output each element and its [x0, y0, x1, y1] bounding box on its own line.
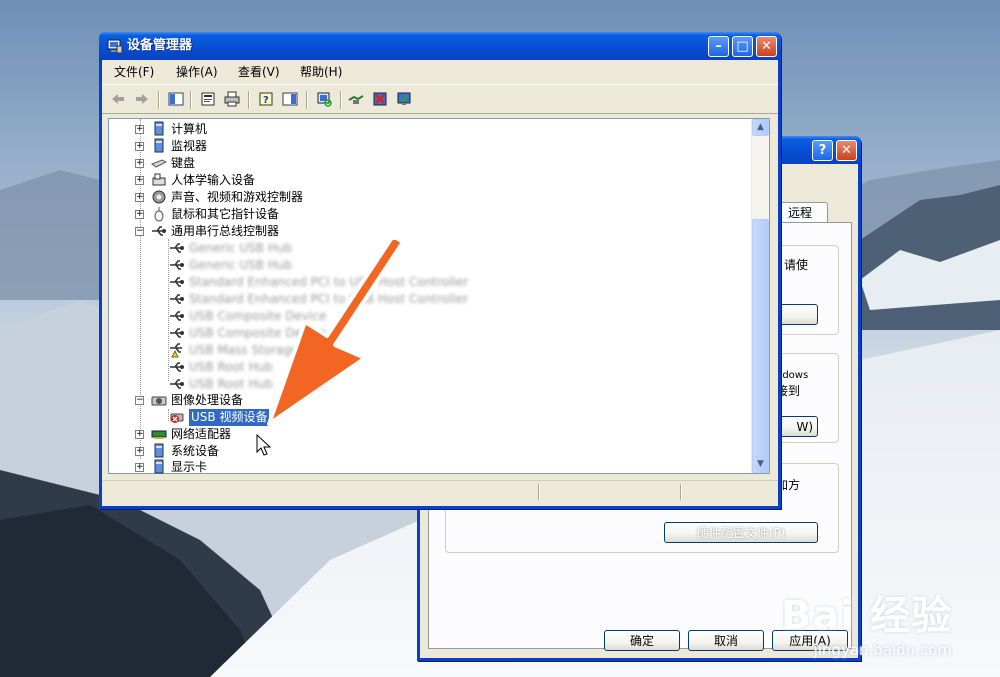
expand-toggle[interactable]: + [135, 142, 144, 151]
scroll-down-button[interactable]: ▼ [752, 456, 769, 473]
status-divider [680, 484, 681, 500]
collapse-toggle[interactable]: − [135, 396, 144, 405]
usb-icon [170, 277, 184, 287]
show-hide-tree-icon[interactable] [168, 91, 184, 107]
tree-label: 计算机 [171, 122, 208, 136]
computer-icon [154, 121, 164, 136]
device-manager-icon [107, 39, 123, 54]
collapse-toggle[interactable]: − [135, 227, 144, 236]
minimize-button[interactable]: – [708, 36, 729, 57]
disabled-camera-icon [170, 413, 184, 423]
devmgr-titlebar: 设备管理器 – □ ✕ [99, 32, 781, 60]
close-button[interactable]: ✕ [756, 36, 777, 57]
expand-toggle[interactable]: + [135, 125, 144, 134]
expand-toggle[interactable]: + [135, 159, 144, 168]
toolbar-separator [306, 91, 307, 109]
watermark-brand: Bai 经验 [780, 593, 952, 639]
sound-icon [152, 190, 166, 204]
usb-icon [170, 311, 184, 321]
usb-icon [170, 379, 184, 389]
watermark-url: jingyan.baidu.com [813, 641, 952, 659]
expand-toggle[interactable]: + [135, 176, 144, 185]
baidu-watermark: Bai 经验 jingyan.baidu.com [781, 583, 952, 659]
back-arrow-icon[interactable] [110, 91, 126, 107]
tree-label: 键盘 [171, 156, 196, 170]
scroll-thumb[interactable] [752, 219, 769, 459]
toolbar-separator [190, 91, 191, 109]
toolbar-separator [340, 91, 341, 109]
scan-hardware-icon[interactable] [316, 91, 332, 107]
expand-toggle[interactable]: + [135, 463, 144, 472]
toolbar-separator [248, 91, 249, 109]
properties-icon[interactable] [200, 91, 216, 107]
tree-label: 显示卡 [171, 460, 208, 474]
expand-toggle[interactable]: + [135, 447, 144, 456]
help-icon[interactable]: ? [258, 91, 274, 107]
tree-label: 图像处理设备 [171, 393, 244, 407]
print-icon[interactable] [224, 91, 240, 107]
status-divider [538, 484, 539, 500]
menu-bar: 文件(F) 操作(A) 查看(V) 帮助(H) [102, 60, 778, 82]
system-icon [154, 443, 164, 458]
status-bar [102, 480, 778, 503]
network-icon [151, 430, 167, 439]
scroll-up-button[interactable]: ▲ [752, 119, 769, 136]
menu-help[interactable]: 帮助(H) [300, 63, 342, 80]
expand-toggle[interactable]: + [135, 430, 144, 439]
forward-arrow-icon[interactable] [134, 91, 150, 107]
usb-icon [170, 260, 184, 270]
tree-label: 通用串行总线控制器 [171, 224, 280, 238]
tree-label: 网络适配器 [171, 427, 232, 441]
expand-toggle[interactable]: + [135, 210, 144, 219]
mouse-cursor-icon [256, 434, 272, 456]
menu-file[interactable]: 文件(F) [114, 63, 154, 80]
usb-icon [170, 294, 184, 304]
usb-device-label: USB Root Hub [189, 360, 273, 374]
tree-label: 系统设备 [171, 444, 220, 458]
selected-device-label: USB 视频设备 [189, 409, 270, 426]
window-title: 设备管理器 [127, 38, 193, 53]
update-driver-icon[interactable] [348, 91, 364, 107]
menu-action[interactable]: 操作(A) [176, 63, 218, 80]
maximize-button[interactable]: □ [732, 36, 753, 57]
show-hide-action-pane-icon[interactable] [282, 91, 298, 107]
usb-icon [170, 362, 184, 372]
camera-icon [151, 396, 167, 406]
usb-device-label: USB Root Hub [189, 377, 273, 391]
cancel-button[interactable]: 取消 [688, 630, 764, 651]
toolbar-separator [158, 91, 159, 109]
hid-icon [152, 173, 166, 186]
ok-button[interactable]: 确定 [604, 630, 680, 651]
dialog-close-button[interactable]: ✕ [836, 140, 857, 161]
display-icon [154, 459, 164, 474]
mouse-icon [154, 207, 164, 222]
menu-view[interactable]: 查看(V) [238, 63, 280, 80]
group1-text: 请使 [784, 258, 809, 272]
usb-warning-icon [170, 343, 182, 358]
device-tree[interactable]: + 计算机 + 监视器 + 键盘 + 人体学输入设备 + 声音、视频和游戏控制器… [108, 118, 770, 474]
vertical-scrollbar[interactable]: ▲ ▼ [751, 119, 769, 473]
svg-text:?: ? [263, 95, 269, 106]
tree-label: 监视器 [171, 139, 208, 153]
device-manager-window: 设备管理器 – □ ✕ 文件(F) 操作(A) 查看(V) 帮助(H) ? + … [99, 32, 781, 509]
toolbar: ? [102, 84, 778, 114]
hardware-profiles-button[interactable]: 硬件配置文件(P) [664, 522, 818, 543]
tree-label: 声音、视频和游戏控制器 [171, 190, 304, 204]
usb-icon [170, 243, 184, 253]
monitor-icon [154, 138, 164, 153]
usb-icon [170, 328, 184, 338]
tree-connector [140, 119, 141, 459]
usb-icon [152, 226, 166, 236]
uninstall-icon[interactable] [372, 91, 388, 107]
tree-label: 鼠标和其它指针设备 [171, 207, 280, 221]
help-button[interactable]: ? [812, 140, 833, 161]
tree-label: 人体学输入设备 [171, 173, 256, 187]
keyboard-icon [151, 159, 167, 168]
expand-toggle[interactable]: + [135, 193, 144, 202]
orange-pointer-arrow [267, 240, 405, 426]
enable-device-icon[interactable] [396, 91, 412, 107]
